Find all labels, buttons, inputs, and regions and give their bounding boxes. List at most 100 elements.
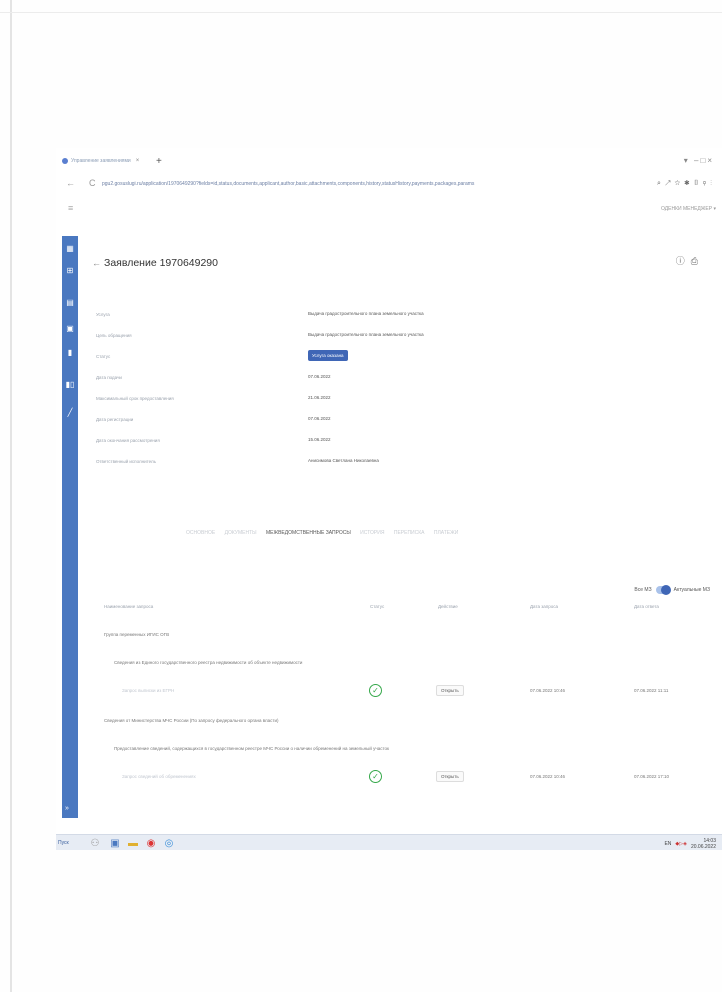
date-request: 07.06.2022 10:46 <box>530 774 566 779</box>
column-header-action: Действие <box>438 604 458 609</box>
paper-edge <box>10 0 12 992</box>
close-tab-icon[interactable]: × <box>136 158 140 164</box>
column-header-date-response: Дата ответа <box>634 604 659 609</box>
app-header: ≡ ОДЕНКИ МЕНЕДЖЕР ▾ <box>56 198 722 218</box>
tab-history[interactable]: ИСТОРИЯ <box>360 530 384 536</box>
browser-tabbar: Управление заявлениями × + ▾ –□× <box>56 156 722 172</box>
clock[interactable]: 14:03 20.06.2022 <box>691 838 716 850</box>
info-row: Максимальный срок предоставления 21.06.2… <box>96 392 476 413</box>
tab-main[interactable]: ОСНОВНОЕ <box>186 530 215 536</box>
back-arrow-icon[interactable]: ← <box>66 178 75 188</box>
tab-documents[interactable]: ДОКУМЕНТЫ <box>225 530 257 536</box>
clock-date: 20.06.2022 <box>690 844 716 850</box>
toggle-right-label: Актуальные МЗ <box>673 587 710 593</box>
group-subtitle: Предоставление сведений, содержащихся в … <box>114 746 389 751</box>
info-label: Услуга <box>96 312 110 317</box>
info-row: Услуга Выдача градостроительного плана з… <box>96 308 476 329</box>
collapse-icon[interactable]: » <box>65 805 69 812</box>
start-button[interactable]: Пуск <box>58 840 69 846</box>
column-header-name: Наименование запроса <box>104 604 154 609</box>
request-name[interactable]: Запрос сведений об обременениях <box>122 774 196 779</box>
edit-icon[interactable]: ╱ <box>65 408 75 418</box>
check-icon: ✓ <box>369 770 382 783</box>
chrome-icon[interactable]: ◉ <box>144 837 158 850</box>
status-badge: Услуга оказана <box>308 350 348 361</box>
os-taskbar: Пуск ⚇ ▣ ▬ ◉ ◎ EN ◆▷◈ 14:03 20.06.2022 <box>56 834 722 850</box>
folder-icon[interactable]: ▬ <box>126 837 140 850</box>
browser-tab[interactable]: Управление заявлениями × <box>62 158 139 164</box>
info-value: Выдача градостроительного плана земельно… <box>308 311 424 316</box>
window-controls[interactable]: ▾ –□× <box>684 156 714 165</box>
tray-icons[interactable]: ◆▷◈ <box>675 841 687 847</box>
info-value: 21.06.2022 <box>308 395 331 400</box>
info-label: Дата подачи <box>96 375 122 380</box>
column-header-status: Статус <box>370 604 385 609</box>
language-indicator[interactable]: EN <box>664 841 671 847</box>
tab-interagency-requests[interactable]: МЕЖВЕДОМСТВЕННЫЕ ЗАПРОСЫ <box>266 530 351 536</box>
date-response: 07.06.2022 11:11 <box>634 688 669 693</box>
url-field[interactable]: pgu2.gosuslugi.ru/application/1970649290… <box>102 181 607 187</box>
explorer-icon[interactable]: ▣ <box>108 837 122 850</box>
info-row: Цель обращения Выдача градостроительного… <box>96 329 476 350</box>
info-label: Дата регистрации <box>96 417 134 422</box>
paper-top-edge <box>0 12 722 13</box>
info-value: 07.06.2022 <box>308 374 331 379</box>
print-icon[interactable]: ⎙ <box>691 256 704 266</box>
request-name[interactable]: Запрос выписки из ЕГРН <box>122 688 174 693</box>
info-icon[interactable]: ⓘ <box>676 256 691 266</box>
info-row: Дата подачи 07.06.2022 <box>96 371 476 392</box>
browser-toolbar-icons[interactable]: ⌕↗☆✱▯⚲⋮ <box>657 180 716 188</box>
date-response: 07.06.2022 17:10 <box>634 774 670 779</box>
new-tab-button[interactable]: + <box>156 156 162 167</box>
favicon-icon <box>62 158 68 164</box>
title-actions: ⓘ⎙ <box>676 254 704 267</box>
back-icon[interactable]: ← <box>92 258 101 268</box>
info-label: Ответственный исполнитель <box>96 459 156 464</box>
chart-icon[interactable]: ▮▯ <box>65 380 75 390</box>
grid-icon[interactable]: ⊞ <box>65 266 75 276</box>
menu-icon[interactable]: ≡ <box>68 203 73 213</box>
group-title: Сведения от Министерства МЧС России (По … <box>104 718 279 723</box>
group-subtitle: Сведения из Единого государственного рее… <box>114 660 303 665</box>
user-icon[interactable]: ⚇ <box>88 837 102 850</box>
info-value: Выдача градостроительного плана земельно… <box>308 332 424 337</box>
info-row: Статус Услуга оказана <box>96 350 476 371</box>
document-icon[interactable]: ▣ <box>65 324 75 334</box>
address-bar: ← C pgu2.gosuslugi.ru/application/197064… <box>56 178 722 192</box>
date-request: 07.06.2022 10:46 <box>530 688 566 693</box>
info-value: 07.06.2022 <box>308 416 331 421</box>
open-request-button[interactable]: Открыть <box>436 771 464 782</box>
application-info: Услуга Выдача градостроительного плана з… <box>96 308 476 476</box>
info-value: Анисимова Светлана Николаевна <box>308 458 379 463</box>
requests-filter-toggle: Все МЗ Актуальные МЗ <box>634 585 710 595</box>
screen: Управление заявлениями × + ▾ –□× ← C pgu… <box>56 148 722 850</box>
check-icon: ✓ <box>369 684 382 697</box>
browser-tab-title: Управление заявлениями <box>71 158 131 164</box>
toggle-left-label: Все МЗ <box>634 587 652 593</box>
page-title: Заявление 1970649290 <box>104 257 218 269</box>
info-label: Цель обращения <box>96 333 132 338</box>
table-header: Наименование запроса Статус Действие Дат… <box>104 604 710 616</box>
tab-payments[interactable]: ПЛАТЕЖИ <box>434 530 458 536</box>
info-label: Статус <box>96 354 111 359</box>
system-tray: EN ◆▷◈ 14:03 20.06.2022 <box>664 838 716 850</box>
file-icon[interactable]: ▮ <box>65 348 75 358</box>
list-icon[interactable]: ▤ <box>65 298 75 308</box>
info-value: 15.06.2022 <box>308 437 331 442</box>
filter-toggle-switch[interactable] <box>655 585 671 595</box>
info-label: Максимальный срок предоставления <box>96 396 174 401</box>
ie-icon[interactable]: ◎ <box>162 837 176 850</box>
reload-icon[interactable]: C <box>89 178 96 188</box>
tab-correspondence[interactable]: ПЕРЕПИСКА <box>394 530 425 536</box>
info-row: Дата регистрации 07.06.2022 <box>96 413 476 434</box>
column-header-date-request: Дата запроса <box>530 604 558 609</box>
open-request-button[interactable]: Открыть <box>436 685 464 696</box>
group-title: Группа переменных ИГИС ОГВ <box>104 632 170 637</box>
section-tabs: ОСНОВНОЕ ДОКУМЕНТЫ МЕЖВЕДОМСТВЕННЫЕ ЗАПР… <box>186 530 466 536</box>
info-row: Дата окончания рассмотрения 15.06.2022 <box>96 434 476 455</box>
info-row: Ответственный исполнитель Анисимова Свет… <box>96 455 476 476</box>
info-label: Дата окончания рассмотрения <box>96 438 160 443</box>
user-menu[interactable]: ОДЕНКИ МЕНЕДЖЕР ▾ <box>661 206 716 212</box>
sidebar: ▦ ⊞ ▤ ▣ ▮ ▮▯ ╱ » <box>62 236 78 818</box>
dashboard-icon[interactable]: ▦ <box>65 244 75 254</box>
